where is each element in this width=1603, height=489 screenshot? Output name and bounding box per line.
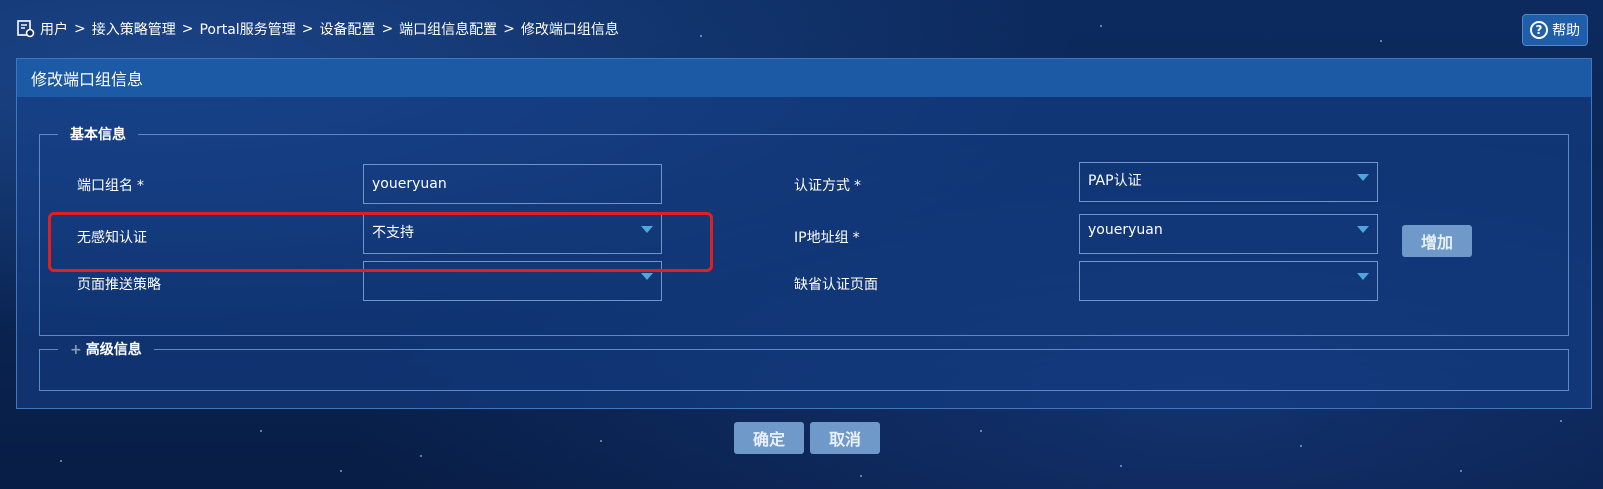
auth-method-label: 认证方式 *: [794, 175, 861, 195]
port-group-name-label: 端口组名 *: [77, 175, 144, 195]
port-group-name-input[interactable]: [363, 164, 662, 204]
advanced-info-label: 高级信息: [85, 342, 142, 358]
user-settings-icon: [17, 20, 35, 38]
breadcrumb-separator: >: [74, 21, 86, 37]
ip-group-label-text: IP地址组: [794, 230, 849, 246]
auth-method-select[interactable]: PAP认证: [1079, 162, 1378, 202]
seamless-auth-select[interactable]: 不支持: [363, 214, 662, 254]
required-mark: *: [854, 178, 861, 194]
breadcrumb-separator: >: [503, 21, 515, 37]
breadcrumb: 用户 > 接入策略管理 > Portal服务管理 > 设备配置 > 端口组信息配…: [16, 18, 619, 40]
chevron-down-icon: [641, 226, 653, 233]
ip-group-value: youeryuan: [1088, 222, 1163, 238]
port-group-name-label-text: 端口组名: [77, 178, 133, 194]
seamless-auth-label: 无感知认证: [77, 230, 147, 246]
help-icon: ?: [1530, 21, 1548, 39]
breadcrumb-item-access-policy[interactable]: 接入策略管理: [92, 19, 176, 39]
default-auth-page-select[interactable]: [1079, 261, 1378, 301]
ok-button[interactable]: 确定: [734, 422, 804, 454]
page-push-policy-select[interactable]: [363, 261, 662, 301]
advanced-info-group[interactable]: + 高级信息: [39, 339, 1569, 391]
chevron-down-icon: [641, 273, 653, 280]
default-auth-page-label: 缺省认证页面: [794, 277, 878, 293]
expand-icon[interactable]: +: [70, 342, 82, 358]
breadcrumb-item-user[interactable]: 用户: [40, 19, 68, 39]
ip-group-label: IP地址组 *: [794, 227, 860, 247]
breadcrumb-separator: >: [301, 21, 314, 37]
breadcrumb-item-device-config[interactable]: 设备配置: [319, 19, 375, 39]
breadcrumb-separator: >: [381, 21, 394, 37]
auth-method-label-text: 认证方式: [794, 178, 850, 194]
chevron-down-icon: [1357, 226, 1369, 233]
breadcrumb-separator: >: [181, 21, 194, 37]
breadcrumb-item-portal-service[interactable]: Portal服务管理: [199, 19, 295, 39]
ip-group-select[interactable]: youeryuan: [1079, 214, 1378, 254]
cancel-button[interactable]: 取消: [810, 422, 880, 454]
help-label: 帮助: [1552, 23, 1580, 39]
advanced-info-legend[interactable]: + 高级信息: [58, 339, 154, 359]
chevron-down-icon: [1357, 174, 1369, 181]
panel-title: 修改端口组信息: [17, 59, 1591, 97]
page-push-policy-label: 页面推送策略: [77, 277, 161, 293]
breadcrumb-current: 修改端口组信息: [520, 22, 619, 38]
auth-method-value: PAP认证: [1088, 173, 1142, 189]
chevron-down-icon: [1357, 273, 1369, 280]
required-mark: *: [852, 230, 860, 246]
add-ip-group-button[interactable]: 增加: [1402, 225, 1472, 257]
help-button[interactable]: ? 帮助: [1522, 14, 1588, 46]
required-mark: *: [137, 178, 144, 194]
basic-info-legend: 基本信息: [70, 127, 126, 143]
breadcrumb-item-port-group-config[interactable]: 端口组信息配置: [399, 19, 497, 39]
seamless-auth-value: 不支持: [372, 225, 414, 241]
